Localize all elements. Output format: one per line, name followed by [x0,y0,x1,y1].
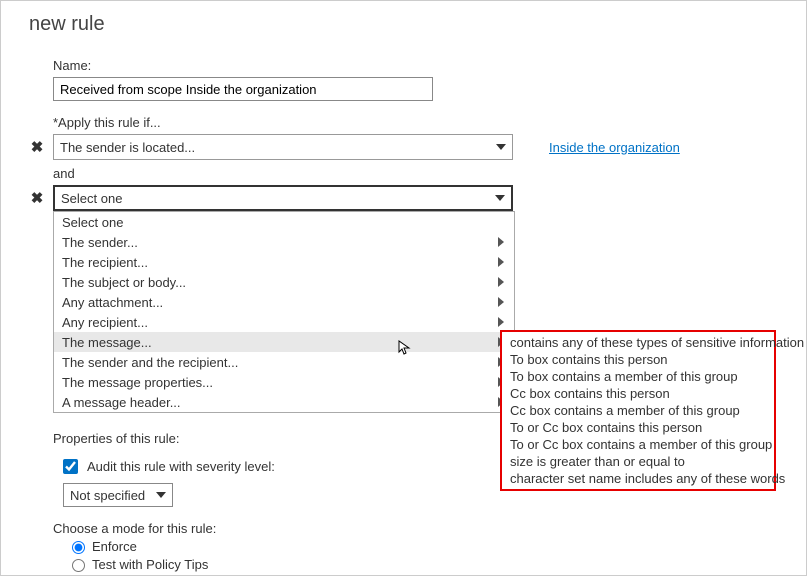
menu-item-label: The message properties... [62,375,213,390]
menu-item-label: The subject or body... [62,275,186,290]
name-input[interactable] [53,77,433,101]
severity-value: Not specified [70,488,145,503]
chevron-down-icon [156,492,166,498]
chevron-right-icon [498,237,504,247]
menu-item[interactable]: The sender and the recipient... [54,352,514,372]
chevron-down-icon [495,195,505,201]
condition-submenu[interactable]: contains any of these types of sensitive… [500,330,776,491]
audit-checkbox[interactable] [63,459,78,474]
menu-item[interactable]: Any recipient... [54,312,514,332]
mode-enforce-label: Enforce [92,539,137,554]
menu-item[interactable]: A message header... [54,392,514,412]
submenu-item[interactable]: To box contains this person [510,351,766,368]
submenu-item[interactable]: Cc box contains this person [510,385,766,402]
submenu-item[interactable]: size is greater than or equal to [510,453,766,470]
mode-label: Choose a mode for this rule: [53,521,778,536]
submenu-item[interactable]: To box contains a member of this group [510,368,766,385]
name-label: Name: [53,58,778,73]
cursor-icon [398,340,414,356]
menu-item-label: Any attachment... [62,295,163,310]
submenu-item[interactable]: To or Cc box contains a member of this g… [510,436,766,453]
submenu-item[interactable]: Cc box contains a member of this group [510,402,766,419]
condition-1-dropdown[interactable]: The sender is located... [53,134,513,160]
page-title: new rule [29,13,778,36]
submenu-item[interactable]: character set name includes any of these… [510,470,766,487]
menu-item-label: The sender and the recipient... [62,355,238,370]
severity-select[interactable]: Not specified [63,483,173,507]
menu-item[interactable]: The subject or body... [54,272,514,292]
mode-testtips-radio[interactable] [72,559,85,572]
menu-item[interactable]: Select one [54,212,514,232]
remove-condition-2[interactable]: ✖ [29,189,45,207]
condition-1-value-link[interactable]: Inside the organization [549,140,680,155]
chevron-down-icon [496,144,506,150]
apply-rule-label: *Apply this rule if... [53,115,778,130]
chevron-right-icon [498,297,504,307]
audit-label: Audit this rule with severity level: [87,459,275,474]
chevron-right-icon [498,257,504,267]
menu-item-label: The recipient... [62,255,148,270]
remove-condition-1[interactable]: ✖ [29,138,45,156]
condition-menu[interactable]: Select one The sender... The recipient... T… [53,211,515,413]
menu-item[interactable]: The message... [54,332,514,352]
condition-2-text: Select one [61,191,122,206]
condition-1-text: The sender is located... [60,140,195,155]
and-label: and [53,166,778,181]
menu-item[interactable]: The message properties... [54,372,514,392]
chevron-right-icon [498,277,504,287]
menu-item[interactable]: The recipient... [54,252,514,272]
menu-item-label: The message... [62,335,152,350]
condition-2-dropdown[interactable]: Select one [53,185,513,211]
menu-item-label: Select one [62,215,123,230]
menu-item-label: Any recipient... [62,315,148,330]
chevron-right-icon [498,317,504,327]
menu-item-label: The sender... [62,235,138,250]
menu-item[interactable]: The sender... [54,232,514,252]
menu-item[interactable]: Any attachment... [54,292,514,312]
mode-enforce-radio[interactable] [72,541,85,554]
menu-item-label: A message header... [62,395,181,410]
submenu-item[interactable]: To or Cc box contains this person [510,419,766,436]
mode-testtips-label: Test with Policy Tips [92,557,208,572]
submenu-item[interactable]: contains any of these types of sensitive… [510,334,766,351]
